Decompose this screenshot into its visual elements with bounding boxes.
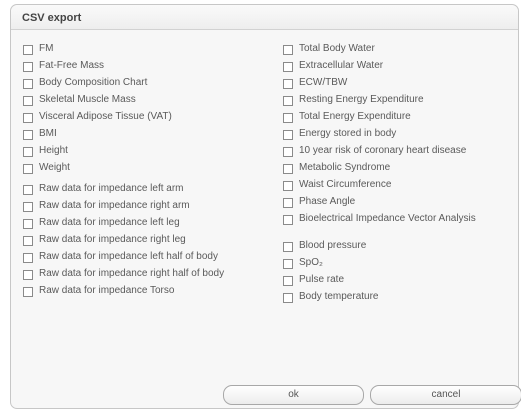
- option-label: Raw data for impedance left half of body: [39, 251, 218, 262]
- option-label: 10 year risk of coronary heart disease: [299, 145, 467, 156]
- checkbox[interactable]: [283, 242, 293, 252]
- option-label: FM: [39, 43, 54, 54]
- dialog-title: CSV export: [22, 12, 82, 24]
- cancel-button[interactable]: cancel: [370, 385, 521, 405]
- checkbox[interactable]: [283, 293, 293, 303]
- option-label: Body temperature: [299, 291, 379, 302]
- checkbox[interactable]: [283, 62, 293, 72]
- option-label: Raw data for impedance left leg: [39, 217, 180, 228]
- checkbox[interactable]: [23, 130, 33, 140]
- option-label: Raw data for impedance right half of bod…: [39, 268, 225, 279]
- checkbox[interactable]: [283, 45, 293, 55]
- option-label: Height: [39, 145, 68, 156]
- checkbox[interactable]: [23, 79, 33, 89]
- checkbox[interactable]: [283, 276, 293, 286]
- checkbox[interactable]: [283, 79, 293, 89]
- option-label: ECW/TBW: [299, 77, 348, 88]
- option-label: Weight: [39, 162, 70, 173]
- option-label: SpO₂: [299, 257, 323, 268]
- option-label: Raw data for impedance left arm: [39, 183, 184, 194]
- checkbox[interactable]: [283, 198, 293, 208]
- option-label: Phase Angle: [299, 196, 356, 207]
- option-label: Energy stored in body: [299, 128, 397, 139]
- checkbox[interactable]: [283, 181, 293, 191]
- checkbox[interactable]: [283, 113, 293, 123]
- option-label: Total Body Water: [299, 43, 375, 54]
- ok-button[interactable]: ok: [223, 385, 364, 405]
- checkbox[interactable]: [23, 96, 33, 106]
- checkbox[interactable]: [283, 147, 293, 157]
- csv-export-dialog: CSV export FM Fat-Free Mass Body Composi…: [10, 4, 521, 409]
- checkbox[interactable]: [23, 45, 33, 55]
- option-label: Extracellular Water: [299, 60, 384, 71]
- option-label: Resting Energy Expenditure: [299, 94, 424, 105]
- option-label: Raw data for impedance right arm: [39, 200, 190, 211]
- checkbox[interactable]: [283, 164, 293, 174]
- option-label: Blood pressure: [299, 240, 367, 251]
- checkbox[interactable]: [23, 219, 33, 229]
- option-label: Fat-Free Mass: [39, 60, 105, 71]
- option-label: BMI: [39, 128, 57, 139]
- option-label: Body Composition Chart: [39, 77, 148, 88]
- checkbox[interactable]: [23, 236, 33, 246]
- dialog-header: CSV export: [11, 5, 518, 30]
- option-label: Total Energy Expenditure: [299, 111, 411, 122]
- checkbox[interactable]: [283, 259, 293, 269]
- checkbox[interactable]: [283, 215, 293, 225]
- option-label: Skeletal Muscle Mass: [39, 94, 136, 105]
- checkbox[interactable]: [283, 130, 293, 140]
- checkbox[interactable]: [283, 96, 293, 106]
- checkbox[interactable]: [23, 113, 33, 123]
- checkbox[interactable]: [23, 270, 33, 280]
- option-label: Raw data for impedance Torso: [39, 285, 175, 296]
- checkbox[interactable]: [23, 147, 33, 157]
- checkbox[interactable]: [23, 253, 33, 263]
- checkbox[interactable]: [23, 164, 33, 174]
- checkbox[interactable]: [23, 185, 33, 195]
- checkbox[interactable]: [23, 62, 33, 72]
- option-label: Pulse rate: [299, 274, 345, 285]
- option-label: Waist Circumference: [299, 179, 392, 190]
- checkbox[interactable]: [23, 287, 33, 297]
- checkbox[interactable]: [23, 202, 33, 212]
- option-label: Bioelectrical Impedance Vector Analysis: [299, 213, 476, 224]
- option-label: Visceral Adipose Tissue (VAT): [39, 111, 172, 122]
- option-label: Raw data for impedance right leg: [39, 234, 186, 245]
- option-label: Metabolic Syndrome: [299, 162, 391, 173]
